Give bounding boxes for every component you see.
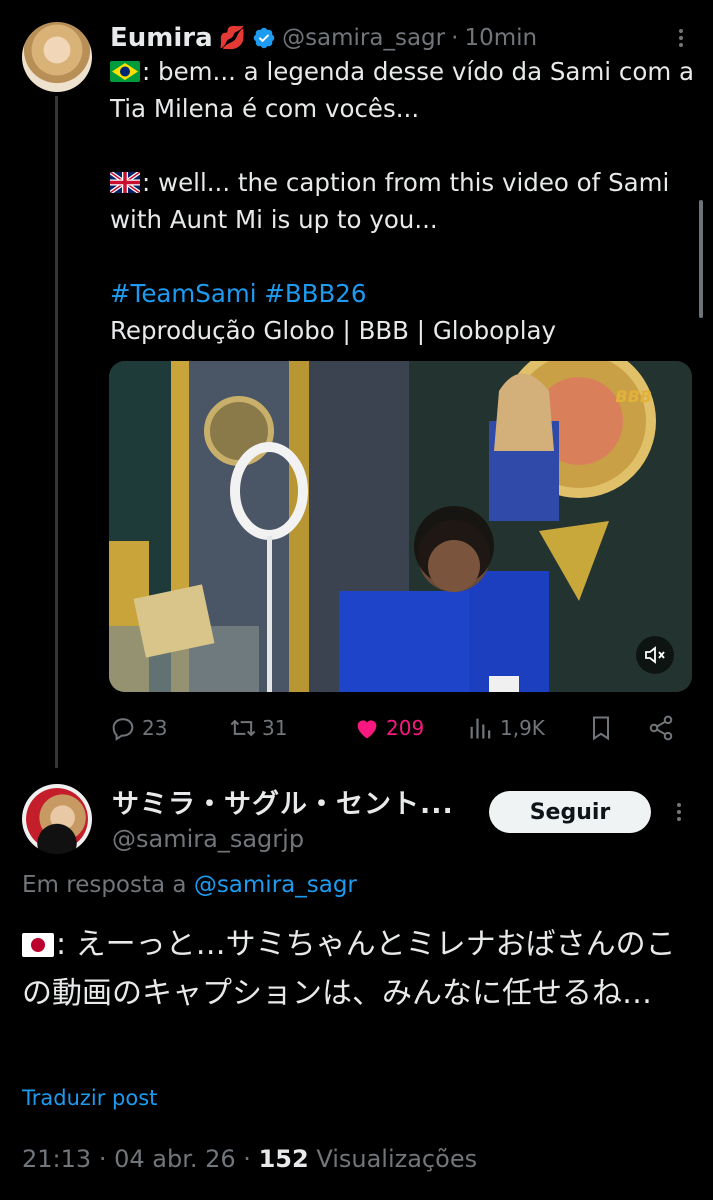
tweet-header: サミラ・サグル・セント... @samira_sagrjp — [112, 782, 472, 853]
timestamp[interactable]: 10min — [464, 25, 537, 51]
like-count: 209 — [386, 716, 425, 740]
text-english: : well... the caption from this video of… — [110, 168, 670, 234]
time[interactable]: 21:13 — [22, 1145, 91, 1173]
tweet-meta: 21:13 · 04 abr. 26 · 152 Visualizações — [22, 1145, 478, 1173]
scrollbar[interactable] — [699, 200, 703, 318]
more-icon[interactable] — [669, 26, 693, 50]
verified-badge-icon — [253, 27, 275, 49]
retweet-icon — [230, 719, 256, 737]
video-frame — [109, 361, 692, 692]
mute-icon — [645, 646, 665, 664]
hashtags[interactable]: #TeamSami #BBB26 — [110, 275, 700, 312]
share-icon — [649, 715, 673, 741]
reply-prefix: Em resposta a — [22, 872, 187, 898]
reply-icon — [112, 718, 134, 741]
lips-emoji-icon: 💋 — [218, 25, 247, 51]
reply-mention[interactable]: @samira_sagr — [194, 872, 357, 898]
bookmark-icon — [593, 716, 609, 741]
views-icon — [470, 718, 491, 739]
tweet-text: : えーっと…サミちゃんとミレナおばさんのこの動画のキャプションは、みんなに任せ… — [22, 927, 676, 1011]
more-icon[interactable] — [667, 800, 691, 824]
tweet-text: : bem... a legenda desse vído da Sami co… — [110, 53, 700, 349]
thread-line — [55, 96, 58, 768]
avatar[interactable] — [22, 784, 92, 854]
reply-context: Em resposta a @samira_sagr — [22, 872, 357, 898]
views-label: Visualizações — [316, 1145, 478, 1173]
mute-button[interactable] — [636, 636, 674, 674]
bbb-logo: BBB — [615, 387, 652, 406]
handle[interactable]: @samira_sagrjp — [112, 825, 472, 853]
japan-flag-icon — [22, 933, 54, 957]
reply-count: 23 — [142, 716, 168, 740]
avatar[interactable] — [22, 22, 92, 92]
like-button[interactable]: 209 — [353, 708, 424, 748]
tweet-actions: 23 31 209 1,9K — [109, 708, 699, 748]
display-name[interactable]: サミラ・サグル・セント... — [112, 782, 472, 821]
brazil-flag-icon — [110, 61, 140, 82]
separator-dot: · — [451, 25, 459, 51]
bookmark-button[interactable] — [587, 708, 615, 748]
display-name[interactable]: Eumira — [110, 23, 213, 53]
views-count: 152 — [258, 1145, 309, 1173]
heart-icon — [357, 720, 377, 739]
date[interactable]: 04 abr. 26 — [114, 1145, 236, 1173]
retweet-count: 31 — [262, 716, 288, 740]
handle[interactable]: @samira_sagr — [282, 25, 445, 51]
uk-flag-icon — [110, 172, 140, 193]
tweet-header: Eumira 💋 @samira_sagr · 10min — [110, 18, 693, 58]
views-button[interactable]: 1,9K — [467, 708, 545, 748]
text-portuguese: : bem... a legenda desse vído da Sami co… — [110, 57, 695, 123]
follow-button[interactable]: Seguir — [489, 791, 651, 833]
retweet-button[interactable]: 31 — [229, 708, 287, 748]
views-count: 1,9K — [500, 716, 545, 740]
credit-text: Reprodução Globo | BBB | Globoplay — [110, 316, 557, 345]
share-button[interactable] — [647, 708, 675, 748]
reply-button[interactable]: 23 — [109, 708, 167, 748]
translate-link[interactable]: Traduzir post — [22, 1086, 157, 1110]
video-player[interactable]: BBB — [109, 361, 692, 692]
